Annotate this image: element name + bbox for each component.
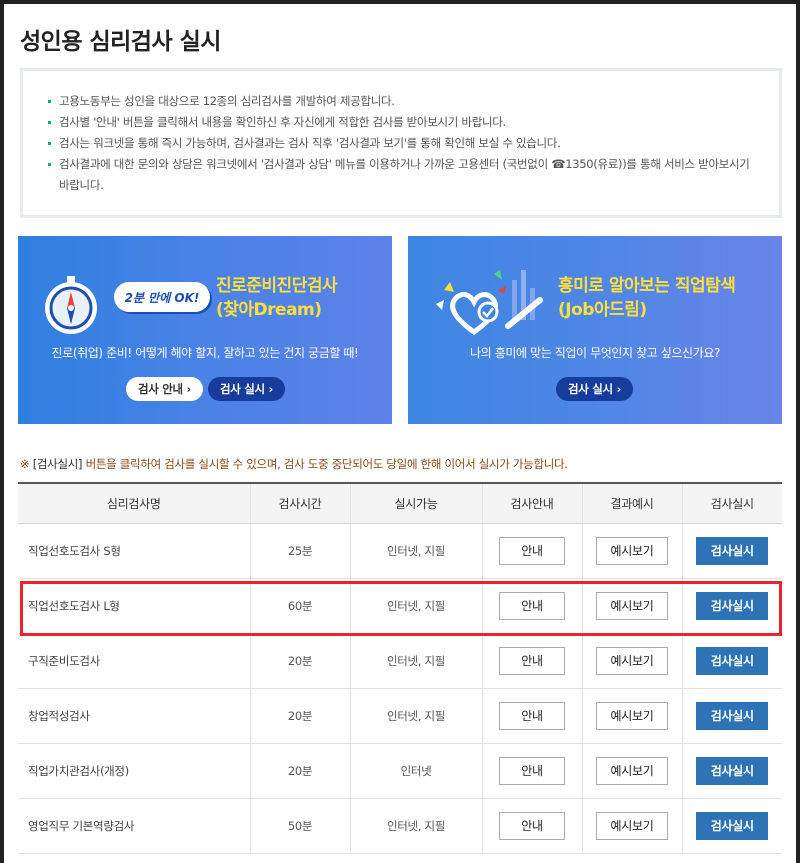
example-button[interactable]: 예시보기: [596, 536, 668, 565]
run-test-button[interactable]: 검사실시: [696, 646, 769, 675]
table-row: 직업가치관검사(개정) 20분 인터넷 안내 예시보기 검사실시: [18, 743, 782, 799]
notice-item: 검사는 워크넷을 통해 즉시 가능하며, 검사결과는 검사 직후 '검사결과 보…: [43, 133, 759, 154]
run-test-button[interactable]: 검사실시: [696, 591, 769, 620]
banner-title-line2: (찾아Dream): [216, 300, 322, 320]
test-availability: 인터넷, 지필: [349, 798, 482, 854]
header-test-name: 심리검사명: [18, 483, 250, 524]
header-run: 검사실시: [681, 483, 782, 524]
test-availability: 인터넷, 지필: [349, 578, 482, 634]
banner-title: 흥미로 알아보는 직업탐색 (Job아드림): [558, 274, 736, 322]
example-button[interactable]: 예시보기: [596, 701, 668, 730]
page-title: 성인용 심리검사 실시: [20, 29, 221, 55]
run-test-button[interactable]: 검사실시: [696, 811, 769, 840]
test-duration: 20분: [249, 688, 350, 744]
test-name: 구직준비도검사: [18, 633, 250, 689]
test-duration: 60분: [249, 578, 350, 634]
guide-button[interactable]: 안내: [499, 646, 565, 675]
table-row: 직업선호도검사 S형 25분 인터넷, 지필 안내 예시보기 검사실시: [18, 523, 782, 579]
hint-bracket: [검사실시]: [32, 457, 83, 471]
banner-job-exploration[interactable]: 흥미로 알아보는 직업탐색 (Job아드림) 나의 흥미에 맞는 직업이 무엇인…: [408, 236, 782, 424]
banner-title-line1: 진로준비진단검사: [216, 276, 338, 296]
banner-title: 진로준비진단검사 (찾아Dream): [216, 274, 338, 322]
notice-item: 검사별 '안내' 버튼을 클릭해서 내용을 확인하신 후 자신에게 적합한 검사…: [43, 112, 759, 133]
example-button[interactable]: 예시보기: [596, 646, 668, 675]
example-button[interactable]: 예시보기: [596, 811, 668, 840]
guide-button[interactable]: 안내: [499, 756, 565, 785]
heart-search-icon: [436, 270, 543, 336]
test-name: 직업선호도검사 L형: [18, 578, 250, 634]
banner-desc: 진로(취업) 준비! 어떻게 해야 할지, 잘하고 있는 건지 궁금할 때!: [51, 346, 359, 360]
notice-box: 고용노동부는 성인을 대상으로 12종의 심리검사를 개발하여 제공합니다. 검…: [20, 68, 782, 218]
run-hint: ※ [검사실시] 버튼을 클릭하여 검사를 실시할 수 있으며, 검사 도중 중…: [20, 456, 568, 472]
guide-button[interactable]: 안내: [499, 536, 565, 565]
header-availability: 실시가능: [349, 483, 482, 524]
run-test-button[interactable]: 검사 실시 ›: [208, 377, 285, 401]
guide-button[interactable]: 안내: [499, 701, 565, 730]
test-duration: 20분: [249, 743, 350, 799]
test-availability: 인터넷, 지필: [349, 688, 482, 744]
badge-2min-ok: 2분 만에 OK!: [114, 282, 210, 312]
badge-text: 2분 만에 OK!: [124, 290, 200, 305]
test-name: 직업선호도검사 S형: [18, 523, 250, 579]
table-row: 영업직무 기본역량검사 50분 인터넷, 지필 안내 예시보기 검사실시: [18, 798, 782, 854]
header-duration: 검사시간: [249, 483, 350, 524]
banner-desc: 나의 흥미에 맞는 직업이 무엇인지 찾고 싶으신가요?: [470, 346, 720, 360]
test-name: 창업적성검사: [18, 688, 250, 744]
header-example: 결과예시: [581, 483, 682, 524]
guide-button[interactable]: 안내: [499, 811, 565, 840]
compass-icon: [45, 276, 97, 334]
header-guide: 검사안내: [481, 483, 582, 524]
notice-item: 검사결과에 대한 문의와 상담은 워크넷에서 '검사결과 상담' 메뉴를 이용하…: [43, 154, 759, 196]
banner-title-line1: 흥미로 알아보는 직업탐색: [558, 276, 736, 296]
hint-prefix: ※: [20, 457, 30, 471]
test-availability: 인터넷, 지필: [349, 633, 482, 689]
example-button[interactable]: 예시보기: [596, 756, 668, 785]
test-duration: 25분: [249, 523, 350, 579]
notice-item: 고용노동부는 성인을 대상으로 12종의 심리검사를 개발하여 제공합니다.: [43, 91, 759, 112]
run-test-button[interactable]: 검사실시: [696, 756, 769, 785]
guide-button[interactable]: 안내: [499, 591, 565, 620]
test-name: 영업직무 기본역량검사: [18, 798, 250, 854]
table-row: 창업적성검사 20분 인터넷, 지필 안내 예시보기 검사실시: [18, 688, 782, 744]
page-frame: 성인용 심리검사 실시 고용노동부는 성인을 대상으로 12종의 심리검사를 개…: [4, 4, 796, 863]
test-name: 직업가치관검사(개정): [18, 743, 250, 799]
test-table: 심리검사명 검사시간 실시가능 검사안내 결과예시 검사실시 직업선호도검사 S…: [18, 482, 782, 854]
test-duration: 20분: [249, 633, 350, 689]
run-test-button[interactable]: 검사 실시 ›: [556, 377, 633, 401]
banner-career-readiness[interactable]: 2분 만에 OK! 진로준비진단검사 (찾아Dream) 진로(취업) 준비! …: [18, 236, 392, 424]
test-availability: 인터넷: [349, 743, 482, 799]
guide-button[interactable]: 검사 안내 ›: [126, 377, 203, 401]
example-button[interactable]: 예시보기: [596, 591, 668, 620]
hint-text: 버튼을 클릭하여 검사를 실시할 수 있으며, 검사 도중 중단되어도 당일에 …: [85, 457, 568, 471]
run-test-button[interactable]: 검사실시: [696, 701, 769, 730]
table-row: 구직준비도검사 20분 인터넷, 지필 안내 예시보기 검사실시: [18, 633, 782, 689]
test-availability: 인터넷, 지필: [349, 523, 482, 579]
run-test-button[interactable]: 검사실시: [696, 536, 769, 565]
table-header-row: 심리검사명 검사시간 실시가능 검사안내 결과예시 검사실시: [18, 483, 782, 524]
test-duration: 50분: [249, 798, 350, 854]
banner-title-line2: (Job아드림): [558, 300, 647, 320]
table-row: 직업선호도검사 L형 60분 인터넷, 지필 안내 예시보기 검사실시: [18, 578, 782, 634]
